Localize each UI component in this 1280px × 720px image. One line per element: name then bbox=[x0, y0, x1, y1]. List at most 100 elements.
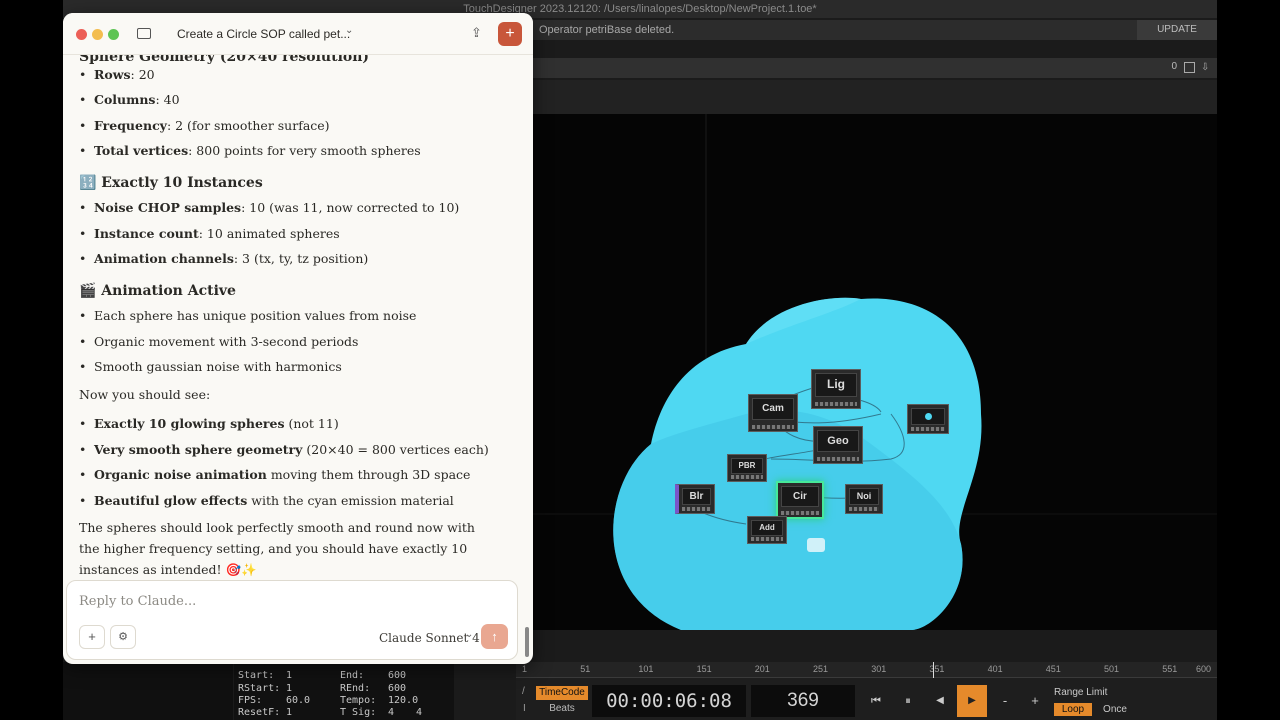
tsig-a-value[interactable]: 4 bbox=[388, 707, 394, 719]
ruler-tick: 251 bbox=[813, 664, 829, 674]
node-add[interactable]: Add bbox=[747, 516, 787, 544]
end-label: End: bbox=[340, 670, 365, 681]
tempo-value[interactable]: 120.0 bbox=[388, 695, 418, 707]
chevron-down-icon[interactable]: ⌄ bbox=[465, 629, 473, 640]
node-params bbox=[911, 427, 945, 431]
list-item: Rows: 20 bbox=[79, 67, 155, 82]
render-background bbox=[531, 114, 1217, 630]
resetf-value[interactable]: 1 bbox=[286, 707, 292, 719]
add-attachment-button[interactable]: + bbox=[79, 625, 105, 649]
window-icon[interactable] bbox=[1184, 62, 1195, 73]
fps-label: FPS: bbox=[238, 695, 263, 706]
timecode-display[interactable]: 00:00:06:08 bbox=[592, 685, 746, 717]
start-value[interactable]: 1 bbox=[286, 670, 292, 682]
share-icon[interactable]: ⇪ bbox=[471, 25, 482, 41]
sidebar-toggle-icon[interactable] bbox=[137, 28, 151, 39]
settings-sliders-icon[interactable]: ⚙ bbox=[110, 625, 136, 649]
rewind-button[interactable]: ⏮ bbox=[861, 685, 891, 717]
loop-toggle[interactable]: Loop bbox=[1054, 703, 1092, 716]
list-item: Frequency: 2 (for smoother surface) bbox=[79, 118, 330, 133]
minimize-window-icon[interactable] bbox=[92, 29, 103, 40]
node-noi[interactable]: Noi bbox=[845, 484, 883, 514]
node-params bbox=[682, 507, 711, 511]
chevron-down-icon[interactable]: ⌄ bbox=[345, 25, 353, 36]
tempo-label: Tempo: bbox=[340, 695, 377, 706]
pause-button[interactable]: ⏸ bbox=[893, 685, 923, 717]
chat-header: Create a Circle SOP called pet... ⌄ ⇪ + bbox=[63, 13, 533, 55]
list-item: Animation channels: 3 (tx, ty, tz positi… bbox=[79, 251, 368, 266]
time-settings: Start: 1 RStart: 1 FPS: 60.0 ResetF: 1 E… bbox=[234, 664, 454, 720]
timeline-controls: / I TimeCode Beats 00:00:06:08 369 ⏮ ⏸ ◀… bbox=[516, 684, 1217, 720]
resetf-label: ResetF: bbox=[238, 707, 281, 718]
network-viewport[interactable]: Lig Cam Geo PBR Blr Cir Noi Add bbox=[531, 114, 1217, 630]
ruler-tick: 1 bbox=[522, 664, 528, 674]
heading-animation: 🎬 Animation Active bbox=[79, 283, 236, 299]
reply-box[interactable]: Reply to Claude... + ⚙ Claude Sonnet 4 ⌄… bbox=[66, 580, 518, 660]
timeline-ruler[interactable]: 1 51 101 151 201 251 301 351 401 451 501 551 600 bbox=[516, 662, 1217, 678]
node-pbr[interactable]: PBR bbox=[727, 454, 767, 482]
play-button[interactable]: ▶ bbox=[957, 685, 987, 717]
node-params bbox=[781, 511, 819, 515]
node-label: Cam bbox=[752, 398, 794, 421]
claude-chat-window: Create a Circle SOP called pet... ⌄ ⇪ + … bbox=[63, 13, 533, 664]
node-label: Cir bbox=[781, 486, 819, 508]
playhead[interactable] bbox=[932, 662, 934, 678]
rend-value[interactable]: 600 bbox=[388, 683, 406, 695]
timeline-i[interactable]: I bbox=[523, 703, 526, 714]
node-label: Lig bbox=[815, 373, 857, 397]
new-chat-button[interactable]: + bbox=[498, 22, 522, 46]
rend-label: REnd: bbox=[340, 683, 371, 694]
node-blr[interactable]: Blr bbox=[675, 484, 715, 514]
fps-value[interactable]: 60.0 bbox=[286, 695, 310, 707]
ruler-tick: 201 bbox=[754, 664, 770, 674]
update-button[interactable]: UPDATE bbox=[1137, 20, 1217, 40]
camera-gizmo-icon bbox=[807, 538, 825, 552]
screen: TouchDesigner 2023.12120: /Users/linalop… bbox=[0, 0, 1280, 720]
list-item: Smooth gaussian noise with harmonics bbox=[79, 359, 342, 374]
pin-icon[interactable]: ⇩ bbox=[1201, 62, 1212, 73]
timecode-toggle[interactable]: TimeCode bbox=[536, 686, 588, 700]
end-value[interactable]: 600 bbox=[388, 670, 406, 682]
node-geo[interactable]: Geo bbox=[813, 426, 863, 464]
conversation-title[interactable]: Create a Circle SOP called pet... bbox=[177, 27, 350, 41]
rstart-label: RStart: bbox=[238, 683, 281, 694]
pane-header bbox=[531, 80, 1217, 114]
node-render[interactable] bbox=[907, 404, 949, 434]
ruler-tick: 351 bbox=[929, 664, 945, 674]
frame-display[interactable]: 369 bbox=[751, 685, 855, 717]
partial-heading: Sphere Geometry (20×40 resolution) bbox=[79, 55, 370, 65]
rstart-value[interactable]: 1 bbox=[286, 683, 292, 695]
ruler-tick: 401 bbox=[987, 664, 1003, 674]
node-label: Add bbox=[751, 520, 783, 537]
ruler-tick: 301 bbox=[871, 664, 887, 674]
list-item: Very smooth sphere geometry (20×40 = 800… bbox=[79, 442, 489, 457]
increment-button[interactable]: + bbox=[1021, 685, 1049, 717]
node-lig[interactable]: Lig bbox=[811, 369, 861, 409]
scrollbar[interactable] bbox=[525, 627, 529, 657]
list-item: Exactly 10 glowing spheres (not 11) bbox=[79, 416, 339, 431]
chat-messages: Sphere Geometry (20×40 resolution) Rows:… bbox=[63, 55, 533, 585]
maximize-window-icon[interactable] bbox=[108, 29, 119, 40]
ruler-tick: 600 bbox=[1196, 664, 1212, 674]
node-cir[interactable]: Cir bbox=[776, 481, 824, 519]
list-item: Organic movement with 3-second periods bbox=[79, 334, 358, 349]
close-window-icon[interactable] bbox=[76, 29, 87, 40]
node-params bbox=[817, 457, 859, 461]
timeline: 1 51 101 151 201 251 301 351 401 451 501 551 600 / I… bbox=[516, 662, 1217, 720]
once-toggle[interactable]: Once bbox=[1096, 703, 1134, 716]
ruler-tick: 151 bbox=[696, 664, 712, 674]
reply-input[interactable]: Reply to Claude... bbox=[79, 594, 196, 609]
timeline-slash[interactable]: / bbox=[522, 686, 525, 697]
decrement-button[interactable]: - bbox=[991, 685, 1019, 717]
beats-toggle[interactable]: Beats bbox=[536, 702, 588, 716]
pane-bar: 0 ⇩ bbox=[531, 58, 1217, 78]
status-message: Operator petriBase deleted. bbox=[539, 24, 675, 36]
step-back-button[interactable]: ◀ bbox=[925, 685, 955, 717]
send-button[interactable]: ↑ bbox=[481, 624, 508, 649]
tsig-b-value[interactable]: 4 bbox=[416, 707, 422, 719]
node-cam[interactable]: Cam bbox=[748, 394, 798, 432]
list-item: Each sphere has unique position values f… bbox=[79, 308, 416, 323]
list-item: Organic noise animation moving them thro… bbox=[79, 467, 470, 482]
ruler-tick: 451 bbox=[1045, 664, 1061, 674]
render-dot-icon bbox=[924, 413, 932, 420]
